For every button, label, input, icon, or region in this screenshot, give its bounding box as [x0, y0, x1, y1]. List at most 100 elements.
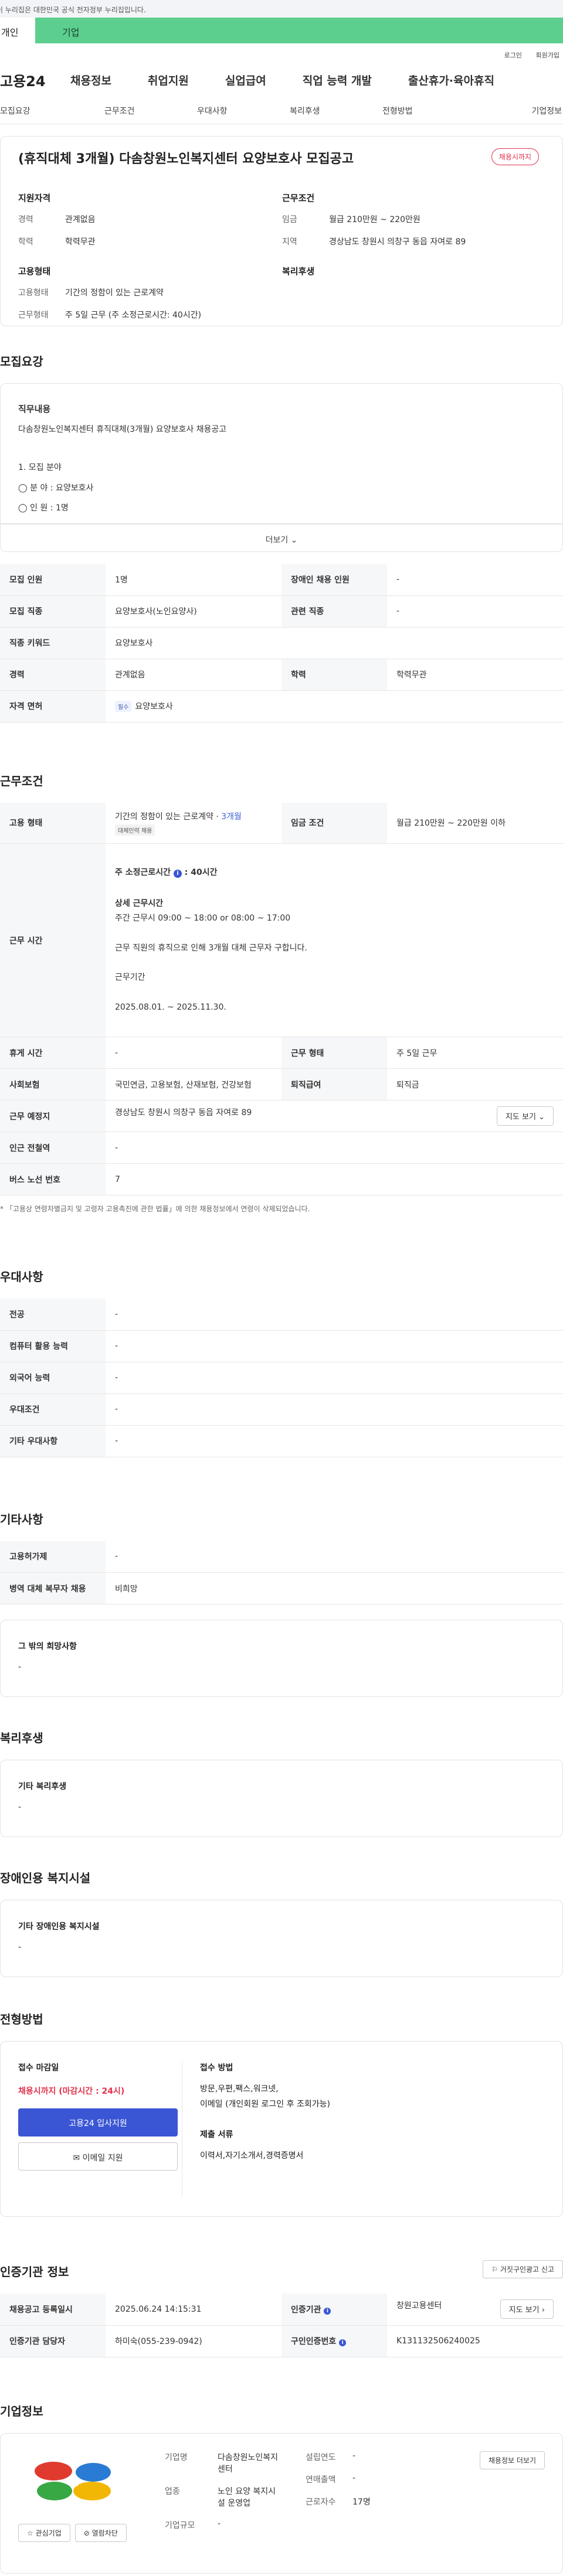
value: 경상남도 창원시 의창구 동읍 자여로 89 지도 보기 ⌄	[106, 1100, 563, 1132]
subnav-work[interactable]: 근무조건	[104, 105, 197, 117]
notice-text: 이 누리집은 대한민국 공식 전자정부 누리집입니다.	[0, 6, 146, 14]
value: 요양보호사	[106, 627, 563, 659]
disabled-etc-title: 기타 장애인용 복지시설	[18, 1922, 100, 1931]
chevron-down-icon: ⌄	[290, 536, 298, 545]
other-wish-box: 그 밖의 희망사항 -	[0, 1620, 563, 1697]
qualification-title: 지원자격	[18, 193, 51, 203]
tab-company[interactable]: 기업	[35, 18, 563, 43]
license-value: 요양보호사	[135, 702, 173, 711]
label: 근무 시간	[0, 843, 106, 1037]
tab-personal[interactable]: 개인	[0, 18, 35, 43]
report-fake-ad-button[interactable]: ⚐ 거짓구인광고 신고	[483, 2260, 563, 2278]
menu-employment-support[interactable]: 취업지원	[148, 72, 189, 88]
value: -	[387, 595, 563, 628]
deadline-title: 접수 마감일	[18, 2063, 59, 2073]
info-icon[interactable]: i	[324, 2307, 331, 2315]
value: -	[106, 1393, 563, 1426]
job-summary-card: (휴직대체 3개월) 다솜창원노인복지센터 요양보호사 모집공고 채용시까지 지…	[0, 136, 563, 326]
value: -	[352, 2451, 356, 2461]
company-heading: 기업정보	[0, 2404, 43, 2418]
more-button[interactable]: 더보기 ⌄	[0, 524, 563, 552]
label: 지역	[282, 237, 297, 247]
value: -	[106, 1299, 563, 1331]
value: 17명	[352, 2497, 371, 2507]
label: 휴게 시간	[0, 1037, 106, 1069]
label: 기업명	[165, 2452, 188, 2462]
value: 7	[106, 1163, 563, 1195]
block-view-button[interactable]: ⊘ 열람차단	[74, 2523, 127, 2542]
value: 2025.06.24 14:15:31	[106, 2294, 282, 2326]
label: 업종	[165, 2486, 180, 2496]
value: 노인 요양 복지시설 운영업	[218, 2486, 276, 2508]
value: 1명	[106, 564, 282, 596]
agency-map-button[interactable]: 지도 보기 ›	[500, 2299, 554, 2319]
label: 직종 키워드	[0, 627, 106, 659]
subnav-apply[interactable]: 전형방법	[382, 105, 475, 117]
chevron-right-icon: ›	[541, 2306, 545, 2315]
recruit-heading: 모집요강	[0, 355, 43, 369]
label: 관련 직종	[282, 595, 387, 628]
subnav-company[interactable]: 기업정보	[475, 105, 563, 117]
apply-online-button[interactable]: 고용24 입사지원	[18, 2108, 178, 2137]
label: 고용형태	[18, 288, 49, 298]
value: 비희망	[106, 1572, 563, 1604]
label: 임금	[282, 215, 297, 224]
label: 인증기관 담당자	[0, 2325, 106, 2357]
label: 근무형태	[18, 311, 49, 320]
value: 기간의 정함이 있는 근로계약 · 3개월 대체인력 채용	[106, 802, 282, 844]
subnav-recruit[interactable]: 모집요강	[0, 105, 104, 117]
label: 모집 직종	[0, 595, 106, 628]
docs-title: 제출 서류	[200, 2130, 233, 2139]
label: 고용 형태	[0, 802, 106, 844]
signup-link[interactable]: 회원가입	[536, 52, 559, 59]
agency-heading-row: 인증기관 정보 ⚐ 거짓구인광고 신고	[0, 2260, 563, 2279]
value: -	[106, 1132, 563, 1164]
map-view-button[interactable]: 지도 보기 ⌄	[496, 1106, 554, 1126]
label: 우대조건	[0, 1393, 106, 1426]
site-logo[interactable]: 고용24	[0, 70, 70, 90]
duty-content: 직무내용 다솜창원노인복지센터 휴직대체(3개월) 요양보호사 채용공고 1. …	[0, 383, 563, 524]
label: 채용공고 등록일시	[0, 2294, 106, 2326]
value: 국민연금, 고용보험, 산재보험, 건강보험	[106, 1068, 282, 1100]
label: 설립연도	[306, 2452, 336, 2462]
global-navigation: 고용24 채용정보 취업지원 실업급여 직업 능력 개발 출산휴가·육아휴직	[0, 62, 563, 97]
disabled-etc-value: -	[18, 1943, 22, 1952]
disabled-facility-heading: 장애인용 복지시설	[0, 1871, 91, 1885]
favorite-company-button[interactable]: ☆ 관심기업	[18, 2523, 70, 2542]
other-wish-value: -	[18, 1662, 22, 1672]
label: 연매출액	[306, 2475, 336, 2485]
method-value: 방문,우편,팩스,워크넷,	[200, 2084, 279, 2094]
menu-vocational-training[interactable]: 직업 능력 개발	[303, 72, 372, 88]
value: 하미숙(055-239-0942)	[106, 2325, 282, 2357]
preference-heading: 우대사항	[0, 1270, 43, 1284]
hours-detail: 주간 근무시 09:00 ~ 18:00 or 08:00 ~ 17:00	[115, 913, 291, 923]
welfare-heading: 복리후생	[0, 1731, 43, 1745]
company-logo-area: ☆ 관심기업 ⊘ 열람차단	[18, 2451, 165, 2555]
subnav-welfare[interactable]: 복리후생	[290, 105, 382, 117]
login-link[interactable]: 로그인	[504, 52, 522, 59]
value: 관계없음	[106, 659, 282, 691]
duty-subtitle: 직무내용	[18, 404, 51, 414]
more-jobs-button[interactable]: 채용정보 더보기	[479, 2451, 545, 2469]
value: 학력무관	[65, 237, 96, 247]
preference-table: 전공 - 컴퓨터 활용 능력 - 외국어 능력 - 우대조건 - 기타 우대사항 -	[0, 1299, 563, 1457]
duty-line: ◯ 인 원 : 1명	[18, 503, 69, 513]
email-apply-button[interactable]: ✉ 이메일 지원	[18, 2142, 178, 2170]
label: 경력	[18, 215, 33, 224]
info-icon[interactable]: i	[173, 870, 182, 878]
menu-job-info[interactable]: 채용정보	[70, 72, 111, 88]
menu-parental-leave[interactable]: 출산휴가·육아휴직	[408, 72, 494, 88]
value: -	[352, 2473, 356, 2483]
agency-heading: 인증기관 정보	[0, 2265, 69, 2279]
work-table: 고용 형태 기간의 정함이 있는 근로계약 · 3개월 대체인력 채용 임금 조건 월급…	[0, 802, 563, 1195]
menu-unemployment-benefit[interactable]: 실업급여	[225, 72, 266, 88]
substitute-tag: 대체인력 채용	[115, 824, 155, 836]
recruit-table: 모집 인원 1명 장애인 채용 인원 - 모집 직종 요양보호사(노인요양사) 관련 직종…	[0, 564, 563, 723]
welfare-etc-title: 기타 복리후생	[18, 1782, 67, 1791]
info-icon[interactable]: i	[339, 2339, 347, 2346]
subnav-preference[interactable]: 우대사항	[197, 105, 290, 117]
value: -	[106, 1330, 563, 1362]
label: 모집 인원	[0, 564, 106, 596]
other-wish-title: 그 밖의 희망사항	[18, 1642, 77, 1651]
label: 컴퓨터 활용 능력	[0, 1330, 106, 1362]
